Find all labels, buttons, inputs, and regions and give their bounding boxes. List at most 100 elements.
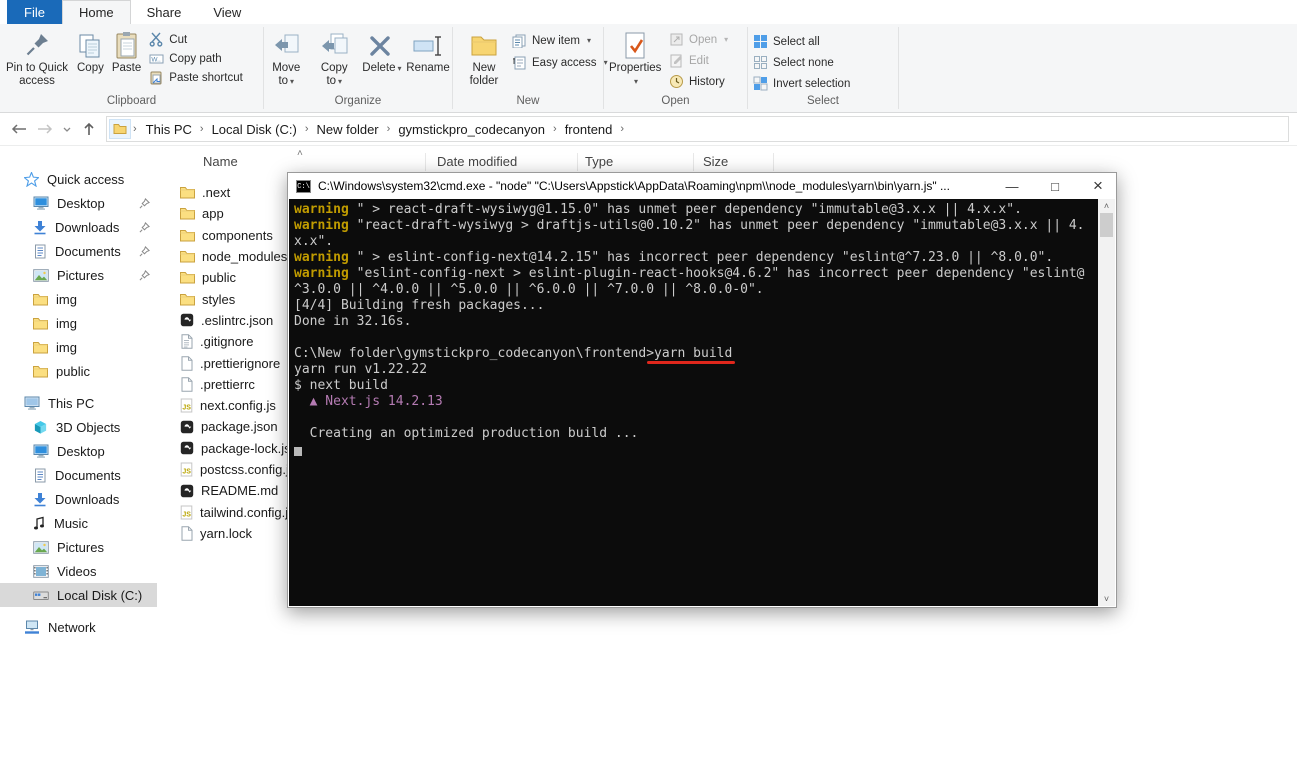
cut-button[interactable]: Cut [149,31,243,48]
copy-to-icon [320,29,348,62]
close-icon[interactable]: × [1080,173,1116,199]
edit-button[interactable]: Edit [669,52,728,69]
delete-icon [367,29,393,62]
folder-icon [33,317,48,330]
maximize-icon[interactable]: □ [1037,173,1073,199]
pin-icon [24,29,50,62]
forward-button[interactable] [32,117,58,141]
sidebar-item-img[interactable]: img [0,335,157,359]
cmd-icon: C:\ [296,179,311,193]
paste-icon [114,29,140,62]
breadcrumb-segment[interactable]: New folder [310,120,386,139]
file-name: .eslintrc.json [201,312,274,328]
up-button[interactable] [76,117,102,141]
breadcrumb-segment[interactable]: gymstickpro_codecanyon [391,120,552,139]
tab-share[interactable]: Share [131,0,198,24]
paste-shortcut-button[interactable]: Paste shortcut [149,69,243,86]
file-name: package.json [201,419,278,435]
column-divider[interactable] [577,153,578,171]
sidebar-section-network[interactable]: Network [0,615,157,639]
new-folder-button[interactable]: New folder [460,27,508,89]
column-header-size[interactable]: Size [703,154,728,169]
column-header-type[interactable]: Type [585,154,613,169]
network-icon [24,620,40,634]
sidebar-item-img[interactable]: img [0,311,157,335]
sidebar-item-public[interactable]: public [0,359,157,383]
rename-button[interactable]: Rename [402,27,453,77]
sidebar-item-desktop[interactable]: Desktop [0,191,157,215]
sidebar-section-this-pc[interactable]: This PC [0,391,157,415]
sidebar-item-downloads[interactable]: Downloads [0,487,157,511]
new-item-button[interactable]: New item ▾ [512,32,608,49]
terminal-scrollbar[interactable]: ˄ ˅ [1098,199,1115,606]
recent-locations-dropdown[interactable] [58,117,76,141]
copy-to-button[interactable]: Copy to ▾ [310,27,358,90]
terminal-line: Done in 32.16s. [294,314,412,329]
sidebar-item-pictures[interactable]: Pictures [0,535,157,559]
terminal-line: Creating an optimized production build .… [294,426,639,441]
move-to-button[interactable]: Move to ▾ [262,27,310,90]
copy-button[interactable]: Copy [73,27,108,77]
minimize-icon[interactable]: — [994,173,1030,199]
sort-ascending-icon[interactable]: ˄ [297,148,303,159]
sidebar-section-quick-access[interactable]: Quick access [0,167,157,191]
invert-selection-button[interactable]: Invert selection [753,75,850,92]
folder-icon [180,271,195,284]
address-bar: › This PC › Local Disk (C:) › New folder › gym… [0,113,1297,146]
pin-to-quick-access-button[interactable]: Pin to Quick access [1,27,73,89]
select-all-button[interactable]: Select all [753,33,850,50]
tab-view[interactable]: View [197,0,257,24]
scroll-up-icon[interactable]: ˄ [1098,201,1115,211]
column-divider[interactable] [773,153,774,171]
breadcrumb-segment[interactable]: Local Disk (C:) [205,120,304,139]
sidebar-item-music[interactable]: Music [0,511,157,535]
text-file-icon [180,334,193,349]
tab-home[interactable]: Home [61,0,131,24]
breadcrumb-segment[interactable]: frontend [558,120,620,139]
tab-file[interactable]: File [7,0,62,24]
column-divider[interactable] [693,153,694,171]
sidebar-item-img[interactable]: img [0,287,157,311]
terminal[interactable]: warning " > react-draft-wysiwyg@1.15.0" … [289,199,1115,606]
delete-button[interactable]: Delete ▾ [358,27,402,78]
sidebar-item-desktop[interactable]: Desktop [0,439,157,463]
sidebar-item-3d-objects[interactable]: 3D Objects [0,415,157,439]
easy-access-button[interactable]: Easy access ▾ [512,54,608,71]
select-none-icon [753,55,768,70]
properties-button[interactable]: Properties ▾ [605,27,665,90]
sidebar-item-documents[interactable]: Documents [0,463,157,487]
breadcrumb-segment[interactable]: This PC [139,120,199,139]
sidebar-item-documents[interactable]: Documents [0,239,157,263]
sidebar-item-local-disk-c-[interactable]: Local Disk (C:) [0,583,157,607]
open-button[interactable]: Open ▾ [669,31,728,48]
folder-icon [180,229,195,242]
cube-icon [33,420,48,435]
column-header-date-modified[interactable]: Date modified [437,154,517,169]
terminal-output: warning " > react-draft-wysiwyg@1.15.0" … [289,199,1098,606]
back-button[interactable] [6,117,32,141]
navigation-pane: Quick access Desktop Downloads Documents Pic… [0,148,157,765]
cmd-window: C:\ C:\Windows\system32\cmd.exe - "node"… [287,172,1117,608]
cmd-title-bar[interactable]: C:\ C:\Windows\system32\cmd.exe - "node"… [288,173,1116,199]
documents-icon [33,468,47,483]
column-header-name[interactable]: Name [203,154,238,169]
paste-button[interactable]: Paste [108,27,145,77]
music-icon [33,516,46,531]
folder-icon [180,293,195,306]
scroll-down-icon[interactable]: ˅ [1098,594,1115,604]
pin-glyph-icon [139,270,150,281]
desktop-icon [33,444,49,458]
easy-access-icon [512,55,527,70]
address-breadcrumb-box[interactable]: › This PC › Local Disk (C:) › New folder › gym… [106,116,1289,142]
history-button[interactable]: History [669,73,728,90]
column-divider[interactable] [425,153,426,171]
sidebar-item-pictures[interactable]: Pictures [0,263,157,287]
downloads-icon [33,220,47,235]
sidebar-item-downloads[interactable]: Downloads [0,215,157,239]
scrollbar-thumb[interactable] [1100,213,1113,237]
js-file-icon: JS [180,505,193,520]
new-folder-icon [469,29,499,62]
copy-path-button[interactable]: W.. Copy path [149,50,243,67]
sidebar-item-videos[interactable]: Videos [0,559,157,583]
select-none-button[interactable]: Select none [753,54,850,71]
